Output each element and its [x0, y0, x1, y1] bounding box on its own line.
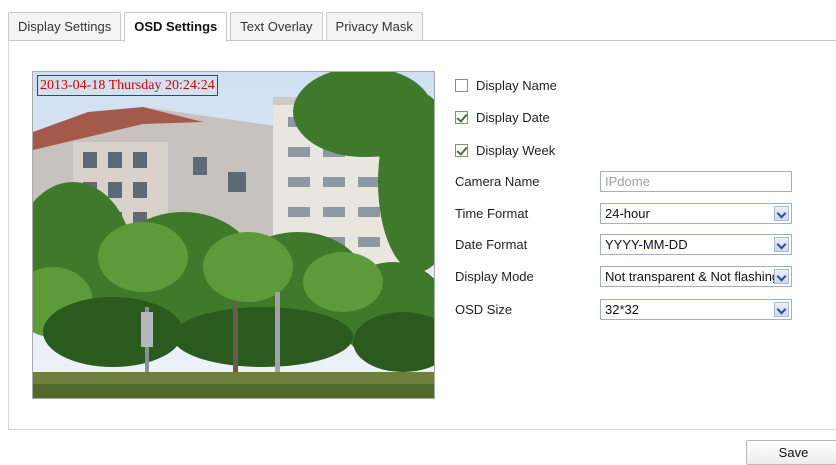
- tab-display-settings[interactable]: Display Settings: [8, 12, 122, 41]
- tab-bar: Display Settings OSD Settings Text Overl…: [8, 12, 426, 42]
- tab-privacy-mask[interactable]: Privacy Mask: [325, 12, 423, 41]
- osd-size-label: OSD Size: [455, 302, 513, 317]
- chevron-down-icon[interactable]: [774, 206, 789, 221]
- display-date-option[interactable]: Display Date: [455, 108, 550, 126]
- camera-name-label: Camera Name: [455, 174, 540, 189]
- tab-text-overlay[interactable]: Text Overlay: [230, 12, 323, 41]
- chevron-down-icon[interactable]: [774, 237, 789, 252]
- time-format-label: Time Format: [455, 206, 529, 221]
- display-mode-label: Display Mode: [455, 269, 534, 284]
- osd-size-value: 32*32: [605, 302, 639, 317]
- display-date-label: Display Date: [476, 109, 550, 125]
- chevron-down-icon[interactable]: [774, 269, 789, 284]
- display-week-option[interactable]: Display Week: [455, 141, 555, 159]
- display-name-option[interactable]: Display Name: [455, 76, 557, 94]
- display-name-checkbox[interactable]: [455, 78, 468, 92]
- display-week-checkbox[interactable]: [455, 143, 468, 157]
- date-format-value: YYYY-MM-DD: [605, 237, 688, 252]
- camera-preview[interactable]: [32, 71, 435, 399]
- osd-date-overlay[interactable]: 2013-04-18 Thursday 20:24:24: [37, 75, 218, 96]
- camera-name-value: IPdome: [605, 174, 650, 189]
- date-format-select[interactable]: YYYY-MM-DD: [600, 234, 792, 255]
- display-mode-value: Not transparent & Not flashing: [605, 269, 775, 284]
- tab-osd-settings[interactable]: OSD Settings: [124, 12, 228, 42]
- display-name-label: Display Name: [476, 77, 557, 93]
- date-format-label: Date Format: [455, 237, 528, 252]
- save-button[interactable]: Save: [746, 440, 836, 465]
- display-date-checkbox[interactable]: [455, 110, 468, 124]
- osd-size-select[interactable]: 32*32: [600, 299, 792, 320]
- display-mode-select[interactable]: Not transparent & Not flashing: [600, 266, 792, 287]
- time-format-value: 24-hour: [605, 206, 650, 221]
- camera-name-input[interactable]: IPdome: [600, 171, 792, 192]
- time-format-select[interactable]: 24-hour: [600, 203, 792, 224]
- display-week-label: Display Week: [476, 142, 556, 158]
- chevron-down-icon[interactable]: [774, 302, 789, 317]
- preview-scene-image: [33, 72, 434, 398]
